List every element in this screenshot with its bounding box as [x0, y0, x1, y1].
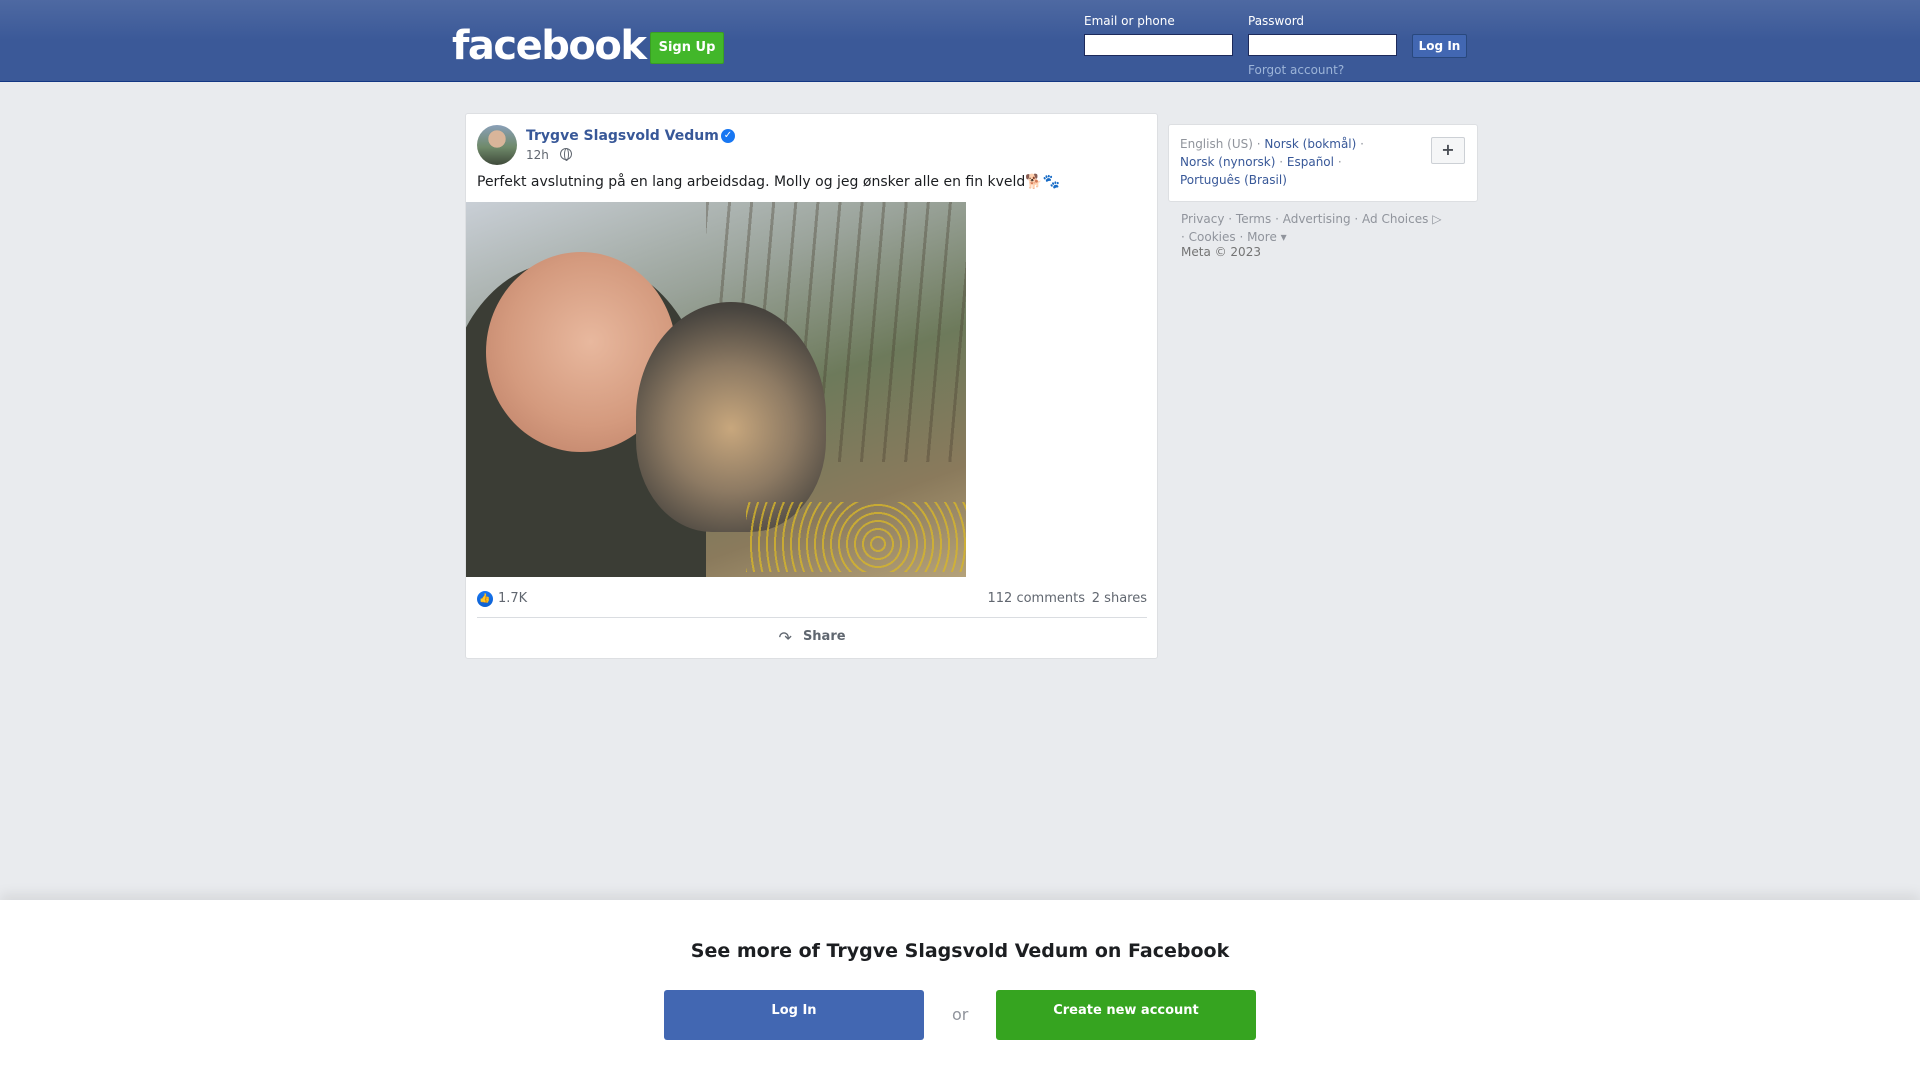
share-label: Share — [802, 629, 846, 644]
current-language: English (US) — [1180, 137, 1253, 151]
language-line-3: Português (Brasil) — [1180, 173, 1287, 187]
login-button[interactable]: Log In — [1412, 34, 1467, 58]
more-languages-button[interactable]: + — [1431, 137, 1465, 164]
forgot-account-link[interactable]: Forgot account? — [1248, 63, 1344, 77]
post-card: Trygve Slagsvold Vedum ✓ 12h Perfekt avs… — [465, 113, 1158, 659]
footer-links: Privacy · Terms · Advertising · Ad Choic… — [1181, 212, 1442, 244]
footer-privacy-link[interactable]: Privacy — [1181, 212, 1224, 226]
footer-ad-choices-link[interactable]: Ad Choices — [1362, 212, 1428, 226]
password-input[interactable] — [1248, 34, 1397, 56]
footer-more-link[interactable]: More — [1247, 230, 1277, 244]
post-divider — [477, 617, 1147, 618]
create-account-button[interactable]: Create new account — [996, 990, 1256, 1040]
verified-badge-icon: ✓ — [721, 129, 735, 143]
reactions-count[interactable]: 1.7K — [498, 591, 527, 606]
post-photo[interactable] — [466, 202, 966, 577]
facebook-logo[interactable]: facebook — [452, 22, 647, 70]
language-norsk-bokmal[interactable]: Norsk (bokmål) — [1264, 137, 1356, 151]
email-label: Email or phone — [1084, 14, 1175, 28]
author-avatar[interactable] — [477, 125, 517, 165]
photo-dog — [636, 302, 826, 532]
like-reaction-icon[interactable]: 👍 — [477, 591, 493, 607]
or-separator: or — [952, 1005, 969, 1024]
comments-count[interactable]: 112 comments — [988, 591, 1085, 606]
language-norsk-nynorsk[interactable]: Norsk (nynorsk) — [1180, 155, 1275, 169]
share-arrow-icon: ↷ — [778, 627, 792, 647]
reactions-row: 👍 1.7K 112 comments 2 shares — [477, 589, 1147, 609]
language-line-2: Norsk (nynorsk) · Español · — [1180, 155, 1342, 169]
post-text: Perfekt avslutning på en lang arbeidsdag… — [477, 174, 1061, 190]
language-selector-box: English (US) · Norsk (bokmål) · Norsk (n… — [1168, 124, 1478, 202]
footer-cookies-link[interactable]: Cookies — [1189, 230, 1236, 244]
email-input[interactable] — [1084, 34, 1233, 56]
language-portugues-brasil[interactable]: Português (Brasil) — [1180, 173, 1287, 187]
top-navigation-bar: facebook Sign Up Email or phone Password… — [0, 0, 1920, 82]
login-prompt-panel: See more of Trygve Slagsvold Vedum on Fa… — [0, 900, 1920, 1080]
caret-down-icon: ▾ — [1276, 230, 1287, 244]
sign-up-button[interactable]: Sign Up — [650, 32, 724, 64]
footer-terms-link[interactable]: Terms — [1236, 212, 1271, 226]
share-button[interactable]: ↷ Share — [477, 621, 1147, 653]
post-timestamp[interactable]: 12h — [526, 148, 549, 162]
language-line-1: English (US) · Norsk (bokmål) · — [1180, 137, 1364, 151]
password-label: Password — [1248, 14, 1305, 28]
copyright-text: Meta © 2023 — [1181, 245, 1261, 259]
photo-rope — [746, 502, 966, 572]
shares-count[interactable]: 2 shares — [1092, 591, 1147, 606]
author-name[interactable]: Trygve Slagsvold Vedum — [526, 128, 719, 144]
login-prompt-title: See more of Trygve Slagsvold Vedum on Fa… — [690, 940, 1230, 962]
footer-advertising-link[interactable]: Advertising — [1283, 212, 1351, 226]
globe-icon — [560, 148, 572, 161]
ad-choices-icon: ▷ — [1428, 212, 1442, 226]
prompt-login-button[interactable]: Log In — [664, 990, 924, 1040]
language-espanol[interactable]: Español — [1287, 155, 1334, 169]
